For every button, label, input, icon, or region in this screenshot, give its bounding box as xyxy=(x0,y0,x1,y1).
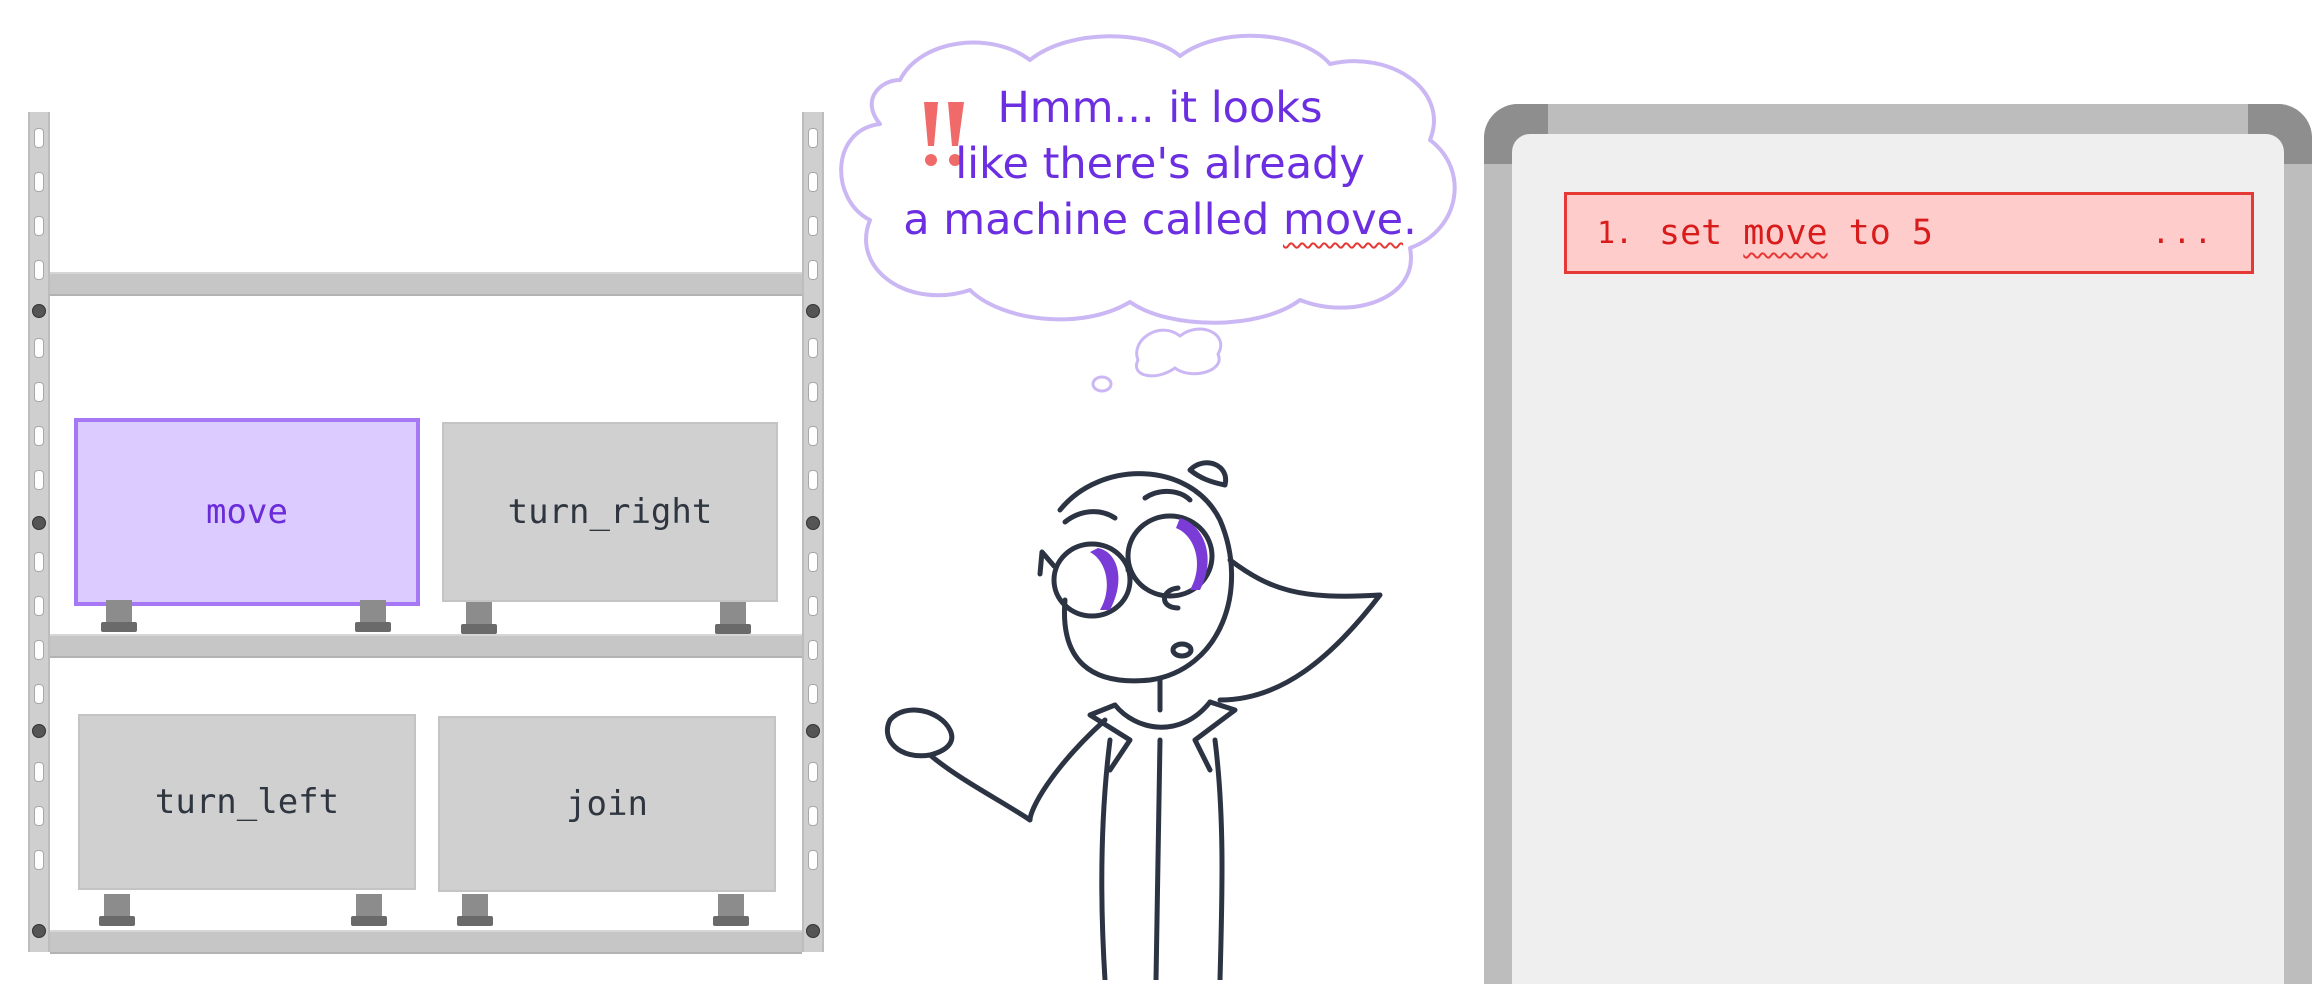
ellipsis-menu-icon[interactable]: ... xyxy=(2152,216,2215,251)
shelf-beam-middle xyxy=(50,634,802,658)
code-statement: set move to 5 xyxy=(1659,213,1933,253)
thought-line-1: Hmm... it looks xyxy=(997,83,1323,133)
shelf-post-right xyxy=(802,112,824,952)
machine-join[interactable]: join xyxy=(438,716,776,892)
shelf-beam-top xyxy=(50,272,802,296)
scientist-character xyxy=(884,460,1383,980)
shelf-post-left xyxy=(28,112,50,952)
thought-message: Hmm... it looks like there's already a m… xyxy=(880,80,1440,248)
shelf-beam-bottom xyxy=(50,930,802,954)
code-keyword-move: move xyxy=(1743,213,1828,253)
line-number: 1. xyxy=(1597,215,1634,251)
machine-turn-left[interactable]: turn_left xyxy=(78,714,416,890)
machine-label: move xyxy=(206,492,288,532)
thought-keyword: move xyxy=(1283,195,1404,245)
thought-line-2: like there's already xyxy=(955,139,1365,189)
machine-move[interactable]: move xyxy=(74,418,420,606)
thought-line-3: a machine called move. xyxy=(903,195,1417,245)
machine-label: join xyxy=(566,784,648,824)
machine-label: turn_left xyxy=(154,782,340,822)
machine-turn-right[interactable]: turn_right xyxy=(442,422,778,602)
machine-label: turn_right xyxy=(507,492,713,532)
code-line-error[interactable]: 1. set move to 5 ... xyxy=(1564,192,2254,274)
